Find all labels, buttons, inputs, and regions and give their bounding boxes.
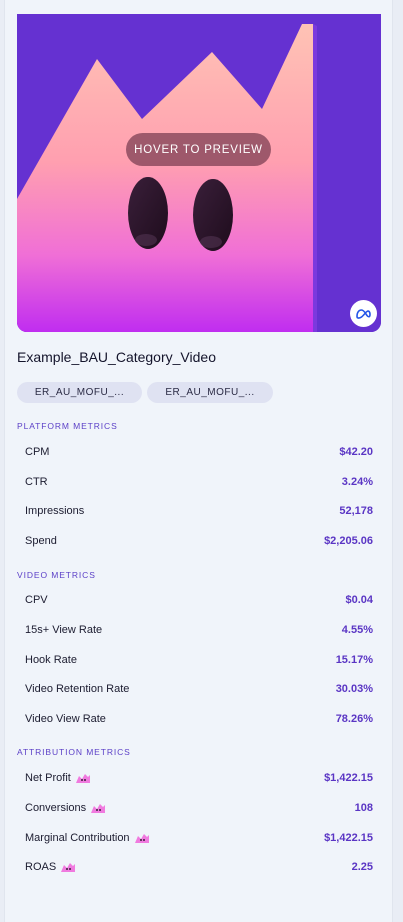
mini-mascot-icon — [61, 863, 76, 872]
metric-label: Net Profit — [25, 772, 90, 784]
metric-label-text: Conversions — [25, 802, 87, 814]
metric-label: CPV — [25, 594, 48, 606]
video-preview[interactable]: HOVER TO PREVIEW — [17, 14, 381, 332]
metric-value: $1,422.15 — [324, 772, 373, 784]
metric-value: 3.24% — [341, 476, 373, 488]
ad-set-chip[interactable]: ER_AU_MOFU_... — [17, 382, 142, 403]
metric-label: 15s+ View Rate — [25, 624, 103, 636]
metric-label: ROAS — [25, 861, 76, 873]
ad-set-chip[interactable]: ER_AU_MOFU_... — [147, 382, 273, 403]
metric-row: 15s+ View Rate 4.55% — [25, 622, 373, 638]
metric-value: 30.03% — [335, 683, 373, 695]
platform-metrics-heading: PLATFORM METRICS — [17, 421, 118, 431]
metric-value: $2,205.06 — [324, 535, 373, 547]
video-thumbnail-art — [17, 14, 381, 332]
metric-label: Conversions — [25, 802, 106, 814]
metric-value: 15.17% — [335, 654, 373, 666]
metric-row: Impressions 52,178 — [25, 503, 373, 519]
metric-label: Impressions — [25, 505, 85, 517]
metric-label: Hook Rate — [25, 654, 77, 666]
meta-logo-icon — [350, 300, 377, 327]
metric-row: CPV $0.04 — [25, 592, 373, 608]
metric-value: 4.55% — [341, 624, 373, 636]
metric-label: Video Retention Rate — [25, 683, 130, 695]
metric-value: $42.20 — [339, 446, 373, 458]
ad-card: HOVER TO PREVIEW Example_BAU_Category_Vi… — [4, 0, 393, 922]
metric-value: $1,422.15 — [324, 832, 373, 844]
metric-value: 108 — [354, 802, 373, 814]
metric-label-text: Net Profit — [25, 772, 71, 784]
mini-mascot-icon — [91, 804, 106, 813]
metric-row: Marginal Contribution $1,422.15 — [25, 830, 373, 846]
metric-label: Video View Rate — [25, 713, 106, 725]
metric-row: Video Retention Rate 30.03% — [25, 681, 373, 697]
metric-label: Spend — [25, 535, 57, 547]
hover-to-preview-label: HOVER TO PREVIEW — [126, 133, 271, 166]
metric-row: Video View Rate 78.26% — [25, 711, 373, 727]
metric-row: CPM $42.20 — [25, 444, 373, 460]
attribution-metrics-heading: ATTRIBUTION METRICS — [17, 747, 131, 757]
metric-value: 2.25 — [351, 861, 373, 873]
metric-label: CTR — [25, 476, 48, 488]
ad-title: Example_BAU_Category_Video — [17, 349, 216, 365]
metric-label-text: ROAS — [25, 861, 57, 873]
metric-value: 78.26% — [335, 713, 373, 725]
mini-mascot-icon — [134, 834, 149, 843]
metric-row: CTR 3.24% — [25, 474, 373, 490]
metric-label: CPM — [25, 446, 50, 458]
metric-row: Hook Rate 15.17% — [25, 652, 373, 668]
metric-value: 52,178 — [339, 505, 373, 517]
metric-row: Net Profit $1,422.15 — [25, 770, 373, 786]
metric-row: Conversions 108 — [25, 800, 373, 816]
mini-mascot-icon — [75, 774, 90, 783]
metric-row: Spend $2,205.06 — [25, 533, 373, 549]
video-metrics-heading: VIDEO METRICS — [17, 570, 96, 580]
metric-value: $0.04 — [345, 594, 373, 606]
metric-row: ROAS 2.25 — [25, 859, 373, 875]
metric-label: Marginal Contribution — [25, 832, 149, 844]
metric-label-text: Marginal Contribution — [25, 832, 130, 844]
